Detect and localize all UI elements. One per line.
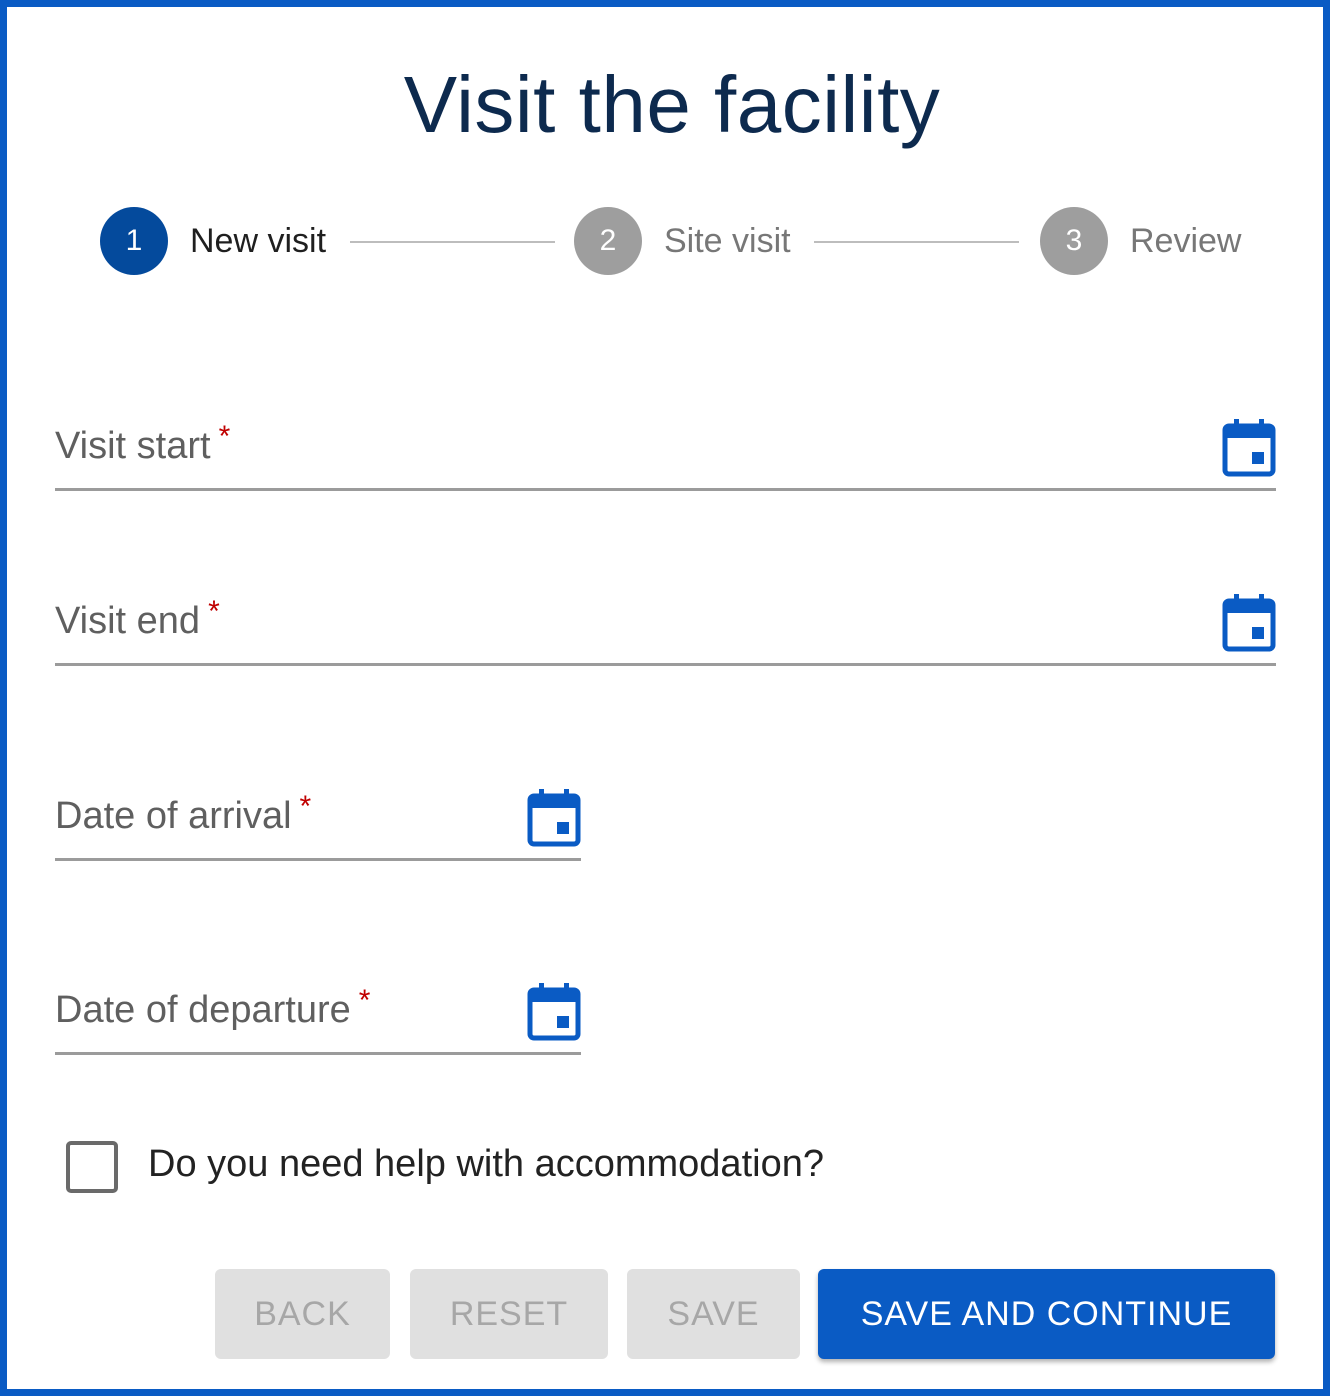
- step-connector: [350, 241, 555, 243]
- step-number-badge: 1: [100, 207, 168, 275]
- required-asterisk: *: [299, 790, 312, 823]
- save-and-continue-button[interactable]: SAVE AND CONTINUE: [818, 1269, 1275, 1359]
- step-review[interactable]: 3 Review: [1040, 207, 1241, 275]
- date-of-departure-field[interactable]: Date of departure *: [55, 969, 581, 1055]
- form-window: Visit the facility 1 New visit 2 Site vi…: [0, 0, 1330, 1396]
- visit-end-field[interactable]: Visit end *: [55, 580, 1276, 666]
- date-of-arrival-field[interactable]: Date of arrival *: [55, 775, 581, 861]
- reset-button[interactable]: RESET: [410, 1269, 608, 1359]
- step-label: Review: [1130, 221, 1242, 260]
- back-button[interactable]: BACK: [215, 1269, 390, 1359]
- calendar-icon[interactable]: [527, 982, 581, 1042]
- step-connector: [814, 241, 1019, 243]
- step-number-badge: 3: [1040, 207, 1108, 275]
- required-asterisk: *: [358, 984, 371, 1017]
- date-of-departure-label: Date of departure *: [55, 984, 371, 1031]
- step-site-visit[interactable]: 2 Site visit: [574, 207, 791, 275]
- save-button[interactable]: SAVE: [627, 1269, 800, 1359]
- step-label: Site visit: [664, 221, 791, 260]
- required-asterisk: *: [208, 595, 220, 628]
- calendar-icon[interactable]: [527, 788, 581, 848]
- required-asterisk: *: [218, 420, 231, 453]
- visit-end-label: Visit end *: [55, 595, 220, 642]
- visit-start-field[interactable]: Visit start *: [55, 405, 1276, 491]
- step-number-badge: 2: [574, 207, 642, 275]
- accommodation-checkbox-label[interactable]: Do you need help with accommodation?: [148, 1143, 824, 1186]
- step-label: New visit: [190, 221, 327, 260]
- calendar-icon[interactable]: [1222, 593, 1276, 653]
- visit-start-label: Visit start *: [55, 420, 231, 467]
- date-of-arrival-label: Date of arrival *: [55, 790, 312, 837]
- accommodation-checkbox[interactable]: [66, 1141, 118, 1193]
- page-title: Visit the facility: [403, 60, 941, 149]
- calendar-icon[interactable]: [1222, 418, 1276, 478]
- step-new-visit[interactable]: 1 New visit: [100, 207, 326, 275]
